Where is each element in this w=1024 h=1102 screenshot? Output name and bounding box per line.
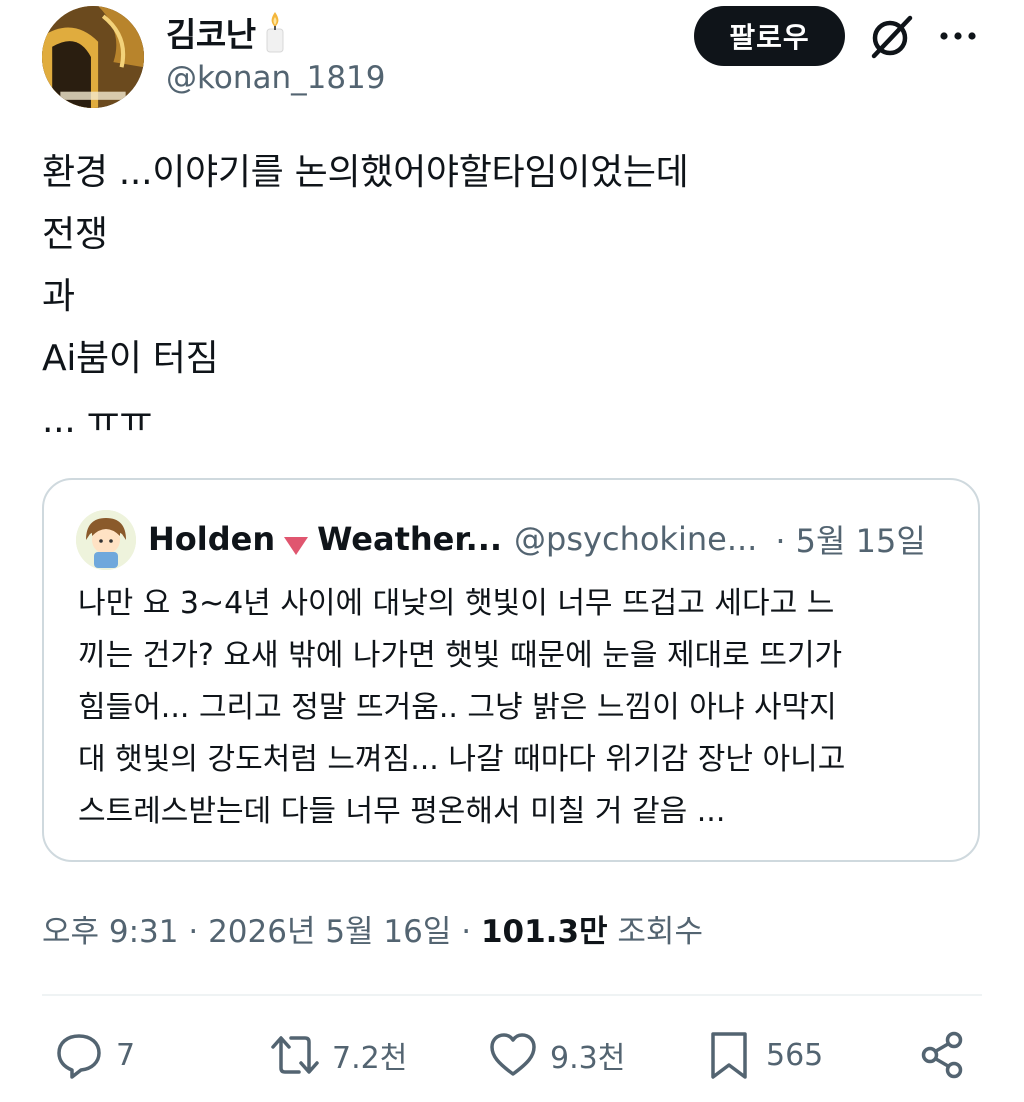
tweet-timestamp[interactable]: 오후 9:31 · 2026년 5월 16일 ·: [42, 914, 481, 950]
quoted-tweet-card[interactable]: Holden Weather... @psychokine... · 5월 15…: [42, 478, 980, 862]
tweet-line: Ai붐이 터짐: [42, 338, 219, 379]
quoted-author-name[interactable]: Holden: [148, 520, 275, 558]
bookmark-button[interactable]: 565: [704, 1030, 823, 1080]
reply-button[interactable]: 7: [54, 1030, 135, 1080]
tweet-line: 전쟁: [42, 214, 108, 255]
retweet-icon: [271, 1036, 319, 1074]
author-display-name[interactable]: 김코난: [166, 8, 288, 56]
bookmark-icon: [711, 1032, 747, 1079]
quoted-author-avatar[interactable]: [76, 510, 136, 570]
author-handle[interactable]: @konan_1819: [166, 60, 386, 96]
reply-icon: [57, 1034, 101, 1079]
bookmark-count: 565: [766, 1037, 824, 1073]
tweet-line: 과: [42, 276, 75, 317]
share-button[interactable]: [918, 1030, 968, 1080]
view-label: 조회수: [617, 914, 703, 950]
quoted-tweet-header: Holden Weather... @psychokine... · 5월 15…: [148, 516, 926, 562]
quoted-line: 대 햇빛의 강도처럼 느껴짐... 나갈 때마다 위기감 장난 아니고: [78, 742, 846, 777]
quoted-author-handle[interactable]: @psychokine...: [514, 520, 757, 558]
quoted-tweet-date[interactable]: · 5월 15일: [775, 516, 925, 562]
tweet-line: ... ㅠㅠ: [42, 400, 153, 441]
view-count: 101.3만: [480, 914, 608, 950]
divider: [42, 994, 982, 996]
reply-count: 7: [116, 1037, 136, 1073]
heart-icon: [490, 1033, 536, 1076]
tweet-meta: 오후 9:31 · 2026년 5월 16일 · 101.3만 조회수: [42, 906, 703, 951]
candle-icon: [262, 10, 288, 54]
grok-icon[interactable]: [866, 12, 916, 62]
like-button[interactable]: 9.3천: [488, 1030, 625, 1080]
like-count: 9.3천: [550, 1041, 626, 1076]
quoted-line: 나만 요 3~4년 사이에 대낮의 햇빛이 너무 뜨겁고 세다고 느: [78, 586, 835, 621]
share-icon: [921, 1031, 963, 1079]
tweet-text: 환경 ...이야기를 논의했어야할타임이었는데 전쟁 과 Ai붐이 터짐 ...…: [42, 142, 689, 452]
action-bar: 7 7.2천 9.3천 565: [0, 1030, 1024, 1090]
author-avatar[interactable]: [42, 6, 144, 108]
retweet-button[interactable]: 7.2천: [270, 1030, 407, 1080]
author-name-text: 김코난: [166, 15, 256, 54]
quoted-line: 힘들어... 그리고 정말 뜨거움.. 그냥 밝은 느낌이 아냐 사막지: [78, 690, 837, 725]
red-triangle-icon: [281, 527, 311, 555]
tweet-line: 환경 ...이야기를 논의했어야할타임이었는데: [42, 152, 689, 193]
quoted-author-name-suffix[interactable]: Weather...: [317, 520, 502, 558]
retweet-count: 7.2천: [332, 1041, 408, 1076]
more-icon[interactable]: [936, 14, 980, 58]
quoted-tweet-text: 나만 요 3~4년 사이에 대낮의 햇빛이 너무 뜨겁고 세다고 느 끼는 건가…: [78, 578, 958, 838]
follow-button[interactable]: 팔로우: [694, 6, 845, 66]
quoted-line: 스트레스받는데 다들 너무 평온해서 미칠 거 같음 ...: [78, 794, 726, 829]
quoted-line: 끼는 건가? 요새 밖에 나가면 햇빛 때문에 눈을 제대로 뜨기가: [78, 638, 843, 673]
